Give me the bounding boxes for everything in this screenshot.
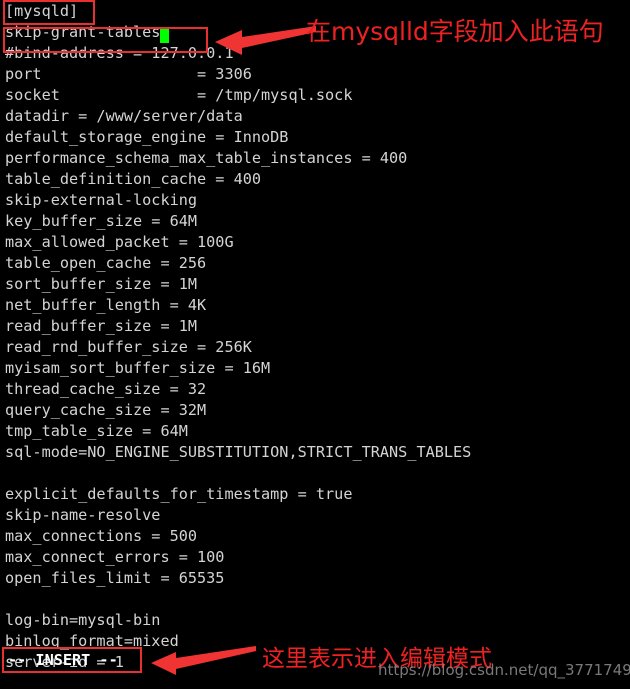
config-line-2: #bind-address = 127.0.0.1 [5, 44, 234, 62]
annotation-top-note: 在mysqlld字段加入此语句 [306, 17, 604, 46]
config-line-6: default_storage_engine = InnoDB [5, 128, 289, 146]
config-line-0: [mysqld] [5, 2, 79, 20]
config-line-13: sort_buffer_size = 1M [5, 275, 198, 293]
config-line-29: log-bin=mysql-bin [5, 611, 161, 629]
config-line-25: max_connections = 500 [5, 527, 198, 545]
config-line-12: table_open_cache = 256 [5, 254, 207, 272]
text-cursor [160, 27, 170, 43]
config-line-24: skip-name-resolve [5, 506, 161, 524]
config-line-16: read_rnd_buffer_size = 256K [5, 338, 252, 356]
config-line-14: net_buffer_length = 4K [5, 296, 207, 314]
vim-file-content[interactable]: [mysqld] skip-grant-tables #bind-address… [5, 1, 471, 673]
config-line-1: skip-grant-tables [5, 23, 161, 41]
config-line-26: max_connect_errors = 100 [5, 548, 225, 566]
config-line-5: datadir = /www/server/data [5, 107, 243, 125]
config-line-10: key_buffer_size = 64M [5, 212, 198, 230]
vim-status-line: -- INSERT -- [8, 651, 118, 669]
screenshot-root: [mysqld] skip-grant-tables #bind-address… [0, 0, 630, 689]
terminal-window[interactable]: [mysqld] skip-grant-tables #bind-address… [0, 0, 630, 689]
config-line-4: socket = /tmp/mysql.sock [5, 86, 353, 104]
config-line-3: port = 3306 [5, 65, 252, 83]
config-line-23: explicit_defaults_for_timestamp = true [5, 485, 353, 503]
config-line-30: binlog_format=mixed [5, 632, 179, 650]
config-line-17: myisam_sort_buffer_size = 16M [5, 359, 271, 377]
watermark-url: https://blog.csdn.net/qq_37717494 [378, 661, 630, 679]
config-line-11: max_allowed_packet = 100G [5, 233, 234, 251]
config-line-27: open_files_limit = 65535 [5, 569, 225, 587]
config-line-15: read_buffer_size = 1M [5, 317, 198, 335]
config-line-9: skip-external-locking [5, 191, 198, 209]
config-line-8: table_definition_cache = 400 [5, 170, 262, 188]
config-line-20: tmp_table_size = 64M [5, 422, 188, 440]
config-line-21: sql-mode=NO_ENGINE_SUBSTITUTION,STRICT_T… [5, 443, 472, 461]
config-line-19: query_cache_size = 32M [5, 401, 207, 419]
config-line-18: thread_cache_size = 32 [5, 380, 207, 398]
config-line-7: performance_schema_max_table_instances =… [5, 149, 408, 167]
